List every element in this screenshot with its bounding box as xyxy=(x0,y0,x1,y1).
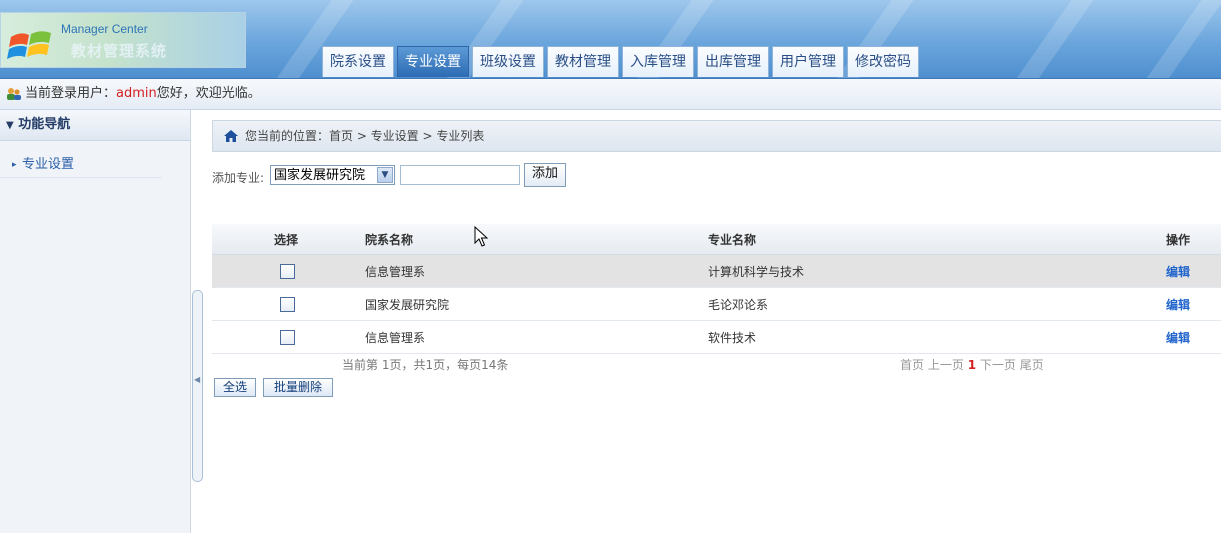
department-cell: 国家发展研究院 xyxy=(365,297,450,312)
edit-link[interactable]: 编辑 xyxy=(1166,296,1190,313)
major-cell: 软件技术 xyxy=(708,330,757,345)
department-cell: 信息管理系 xyxy=(365,264,426,279)
select-cell xyxy=(212,321,360,353)
sidebar: ▼ 功能导航 ▸ 专业设置 xyxy=(0,110,191,533)
tab-stock-in-management[interactable]: 入库管理 xyxy=(622,46,694,77)
department-cell: 信息管理系 xyxy=(365,330,426,345)
login-suffix: 您好，欢迎光临。 xyxy=(156,86,261,101)
pager: 首页 上一页 1 下一页 尾页 xyxy=(900,356,1044,373)
users-icon xyxy=(7,88,21,100)
table-row: 信息管理系 软件技术 编辑 xyxy=(212,321,1221,354)
tab-change-password[interactable]: 修改密码 xyxy=(847,46,919,77)
header-major: 专业名称 xyxy=(708,232,757,247)
row-checkbox[interactable] xyxy=(279,296,295,312)
tab-user-management[interactable]: 用户管理 xyxy=(772,46,844,77)
tab-stock-out-management[interactable]: 出库管理 xyxy=(697,46,769,77)
main-nav-tabs: 院系设置 专业设置 班级设置 教材管理 入库管理 出库管理 用户管理 修改密码 xyxy=(322,46,919,78)
logo-panel: Manager Center 教材管理系统 xyxy=(0,12,246,68)
sidebar-heading[interactable]: ▼ 功能导航 xyxy=(0,110,190,141)
login-prefix: 当前登录用户： xyxy=(25,86,117,101)
app-title: Manager Center xyxy=(61,22,148,36)
action-cell: 编辑 xyxy=(1166,255,1190,287)
last-page-link[interactable]: 尾页 xyxy=(1020,358,1044,372)
header-department: 院系名称 xyxy=(365,232,414,247)
banner-decoration xyxy=(1124,0,1221,78)
select-all-button[interactable]: 全选 xyxy=(214,378,256,397)
department-select[interactable]: 国家发展研究院 ▼ xyxy=(270,165,395,185)
action-cell: 编辑 xyxy=(1166,321,1190,353)
pagination-row: 当前第 1页，共1页，每页14条 首页 上一页 1 下一页 尾页 xyxy=(212,354,1221,374)
current-page: 1 xyxy=(967,358,977,372)
header-select: 选择 xyxy=(273,232,298,247)
prev-page-link[interactable]: 上一页 xyxy=(928,358,964,372)
breadcrumb: 您当前的位置：首页 > 专业设置 > 专业列表 xyxy=(212,120,1221,152)
row-checkbox[interactable] xyxy=(279,329,295,345)
major-table: 选择 院系名称 专业名称 操作 信息管理系 计算机科学与技术 编辑 国家发展研究… xyxy=(212,224,1221,374)
table-row: 国家发展研究院 毛论邓论系 编辑 xyxy=(212,288,1221,321)
collapse-arrow-icon[interactable]: ◀ xyxy=(194,375,200,384)
username: admin xyxy=(116,86,157,101)
tab-textbook-management[interactable]: 教材管理 xyxy=(547,46,619,77)
select-cell xyxy=(212,255,360,287)
department-select-value: 国家发展研究院 xyxy=(274,168,366,183)
header-banner: Manager Center 教材管理系统 院系设置 专业设置 班级设置 教材管… xyxy=(0,0,1221,79)
chevron-down-icon[interactable]: ▼ xyxy=(377,167,393,183)
first-page-link[interactable]: 首页 xyxy=(900,358,924,372)
add-button[interactable]: 添加 xyxy=(524,163,566,187)
tab-class-settings[interactable]: 班级设置 xyxy=(472,46,544,77)
banner-decoration xyxy=(994,0,1108,78)
major-name-input[interactable] xyxy=(400,165,520,185)
login-status-text: 当前登录用户：admin您好，欢迎光临。 xyxy=(25,79,261,109)
next-page-link[interactable]: 下一页 xyxy=(980,358,1016,372)
edit-link[interactable]: 编辑 xyxy=(1166,263,1190,280)
major-cell: 计算机科学与技术 xyxy=(708,264,805,279)
action-cell: 编辑 xyxy=(1166,288,1190,320)
table-header-row: 选择 院系名称 专业名称 操作 xyxy=(212,224,1221,255)
app-subtitle: 教材管理系统 xyxy=(71,42,168,60)
login-status-bar: 当前登录用户：admin您好，欢迎光临。 xyxy=(0,79,1221,110)
home-icon xyxy=(224,130,238,142)
table-row: 信息管理系 计算机科学与技术 编辑 xyxy=(212,255,1221,288)
collapse-triangle-icon: ▼ xyxy=(6,120,14,131)
select-cell xyxy=(212,288,360,320)
mouse-cursor-icon xyxy=(474,226,488,247)
windows-logo-icon xyxy=(7,31,51,59)
tab-major-settings[interactable]: 专业设置 xyxy=(397,46,469,77)
sidebar-heading-label: 功能导航 xyxy=(18,117,71,132)
bullet-triangle-icon: ▸ xyxy=(12,160,17,170)
sidebar-splitter[interactable]: ◀ xyxy=(192,290,203,482)
sidebar-item-major-settings[interactable]: ▸ 专业设置 xyxy=(0,153,162,178)
add-major-label: 添加专业: xyxy=(212,171,265,185)
edit-link[interactable]: 编辑 xyxy=(1166,329,1190,346)
sidebar-item-label: 专业设置 xyxy=(22,157,75,172)
header-action: 操作 xyxy=(1166,232,1191,247)
major-cell: 毛论邓论系 xyxy=(708,297,769,312)
tab-department-settings[interactable]: 院系设置 xyxy=(322,46,394,77)
breadcrumb-text: 您当前的位置：首页 > 专业设置 > 专业列表 xyxy=(245,129,485,143)
row-checkbox[interactable] xyxy=(279,263,295,279)
page-info: 当前第 1页，共1页，每页14条 xyxy=(342,358,509,372)
batch-delete-button[interactable]: 批量删除 xyxy=(263,378,333,397)
